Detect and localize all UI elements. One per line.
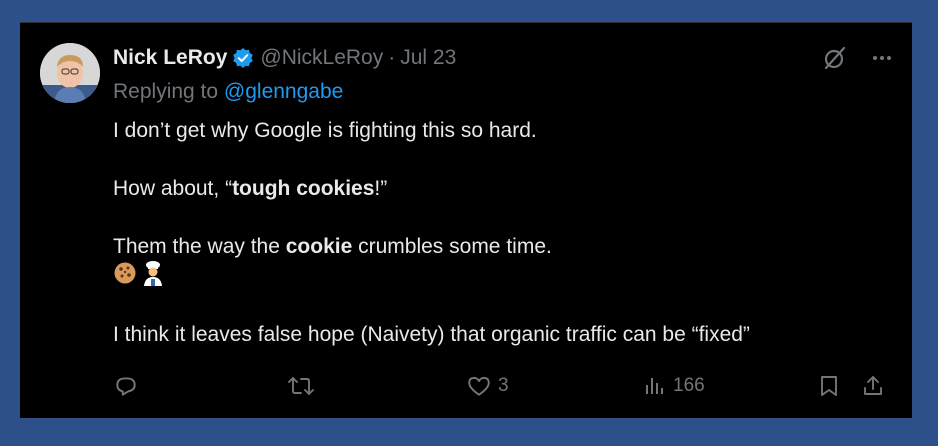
bold-text: tough cookies	[232, 177, 375, 200]
bold-text: cookie	[285, 235, 353, 258]
share-icon	[864, 376, 882, 395]
grok-icon[interactable]	[822, 45, 848, 71]
views-button[interactable]: 166	[643, 373, 705, 399]
reply-icon	[116, 377, 136, 396]
like-count: 3	[498, 375, 509, 396]
cookie-emoji	[113, 261, 137, 293]
retweet-button[interactable]	[287, 373, 321, 399]
avatar[interactable]	[40, 43, 100, 103]
text-line-2: How about, “tough cookies!”	[113, 177, 388, 200]
bookmark-button[interactable]	[817, 373, 841, 399]
handle[interactable]: @NickLeRoy	[260, 46, 383, 70]
more-icon[interactable]	[870, 46, 894, 70]
tweet-header: Nick LeRoy @NickLeRoy · Jul 23	[113, 45, 456, 71]
cook-emoji	[140, 260, 166, 294]
reply-button[interactable]	[113, 373, 145, 399]
bookmark-icon	[821, 376, 837, 396]
views-icon	[646, 378, 663, 394]
text-line-3: Them the way the cookie crumbles some ti…	[113, 235, 552, 258]
view-count: 166	[673, 375, 705, 396]
share-button[interactable]	[861, 373, 885, 399]
text-line-1: I don’t get why Google is fighting this …	[113, 119, 537, 142]
tweet-text: I don’t get why Google is fighting this …	[113, 117, 893, 349]
action-bar: 3 166	[113, 373, 894, 399]
emoji-row	[113, 260, 893, 294]
top-actions	[822, 45, 894, 71]
mention-link[interactable]: @glenngabe	[224, 80, 343, 103]
text-line-4: I think it leaves false hope (Naivety) t…	[113, 323, 750, 346]
replying-to: Replying to @glenngabe	[113, 80, 343, 104]
like-icon	[468, 376, 490, 396]
retweet-icon	[288, 377, 314, 395]
tweet-date[interactable]: Jul 23	[400, 46, 456, 70]
display-name[interactable]: Nick LeRoy	[113, 46, 227, 70]
replying-to-label: Replying to	[113, 80, 224, 103]
like-button[interactable]: 3	[466, 373, 509, 399]
verified-badge-icon	[232, 47, 254, 69]
separator-dot: ·	[388, 46, 396, 69]
tweet-card[interactable]: Nick LeRoy @NickLeRoy · Jul 23 Replying …	[20, 22, 912, 418]
